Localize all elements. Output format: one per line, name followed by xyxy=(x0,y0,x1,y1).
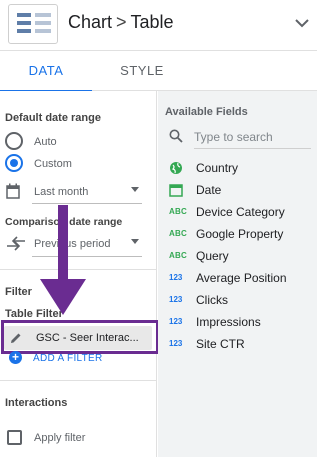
calendar-icon xyxy=(169,184,183,197)
field-name: Date xyxy=(196,183,222,197)
date-range-select-value[interactable]: Last month xyxy=(34,186,88,198)
table-chart-icon[interactable] xyxy=(8,4,58,44)
text-type-icon: ABC xyxy=(169,251,187,260)
field-item-query[interactable]: ABC Query xyxy=(158,245,317,267)
field-name: Query xyxy=(196,249,229,263)
field-item-device-category[interactable]: ABC Device Category xyxy=(158,201,317,223)
radio-auto[interactable] xyxy=(5,132,23,150)
search-icon xyxy=(169,129,183,143)
radio-auto-label: Auto xyxy=(34,136,57,148)
number-type-icon: 123 xyxy=(169,273,183,282)
field-name: Impressions xyxy=(196,315,261,329)
field-item-impressions[interactable]: 123 Impressions xyxy=(158,311,317,333)
field-item-average-position[interactable]: 123 Average Position xyxy=(158,267,317,289)
annotation-arrow-icon xyxy=(40,205,86,315)
breadcrumb-chart-name[interactable]: Table xyxy=(131,12,174,32)
field-item-clicks[interactable]: 123 Clicks xyxy=(158,289,317,311)
available-fields-title: Available Fields xyxy=(165,106,248,118)
date-range-dropdown-icon[interactable] xyxy=(131,187,139,192)
tab-data[interactable]: DATA xyxy=(0,51,92,92)
number-type-icon: 123 xyxy=(169,339,183,348)
field-name: Average Position xyxy=(196,271,287,285)
section-divider xyxy=(0,380,157,381)
field-name: Site CTR xyxy=(196,337,245,351)
available-fields-panel: Available Fields Country Date ABC Device… xyxy=(158,91,317,457)
filter-title: Filter xyxy=(5,286,32,298)
search-underline xyxy=(194,148,311,149)
calendar-icon xyxy=(6,183,20,199)
field-item-google-property[interactable]: ABC Google Property xyxy=(158,223,317,245)
radio-custom-label: Custom xyxy=(34,158,72,170)
apply-filter-checkbox[interactable] xyxy=(7,430,22,445)
number-type-icon: 123 xyxy=(169,295,183,304)
chevron-down-icon[interactable] xyxy=(293,14,311,32)
field-name: Country xyxy=(196,161,239,175)
field-search-input[interactable] xyxy=(194,128,309,146)
number-type-icon: 123 xyxy=(169,317,183,326)
breadcrumb: Chart > Table xyxy=(68,12,174,33)
add-filter-button[interactable]: ADD A FILTER xyxy=(33,353,103,364)
field-name: Clicks xyxy=(196,293,228,307)
date-range-underline xyxy=(32,203,142,204)
compare-arrows-icon xyxy=(7,236,25,251)
tab-style[interactable]: STYLE xyxy=(92,51,192,91)
field-item-date[interactable]: Date xyxy=(158,179,317,201)
panel-header: Chart > Table xyxy=(0,0,317,51)
text-type-icon: ABC xyxy=(169,229,187,238)
field-item-site-ctr[interactable]: 123 Site CTR xyxy=(158,333,317,355)
annotation-highlight-box xyxy=(1,320,159,354)
radio-custom[interactable] xyxy=(5,154,23,172)
field-item-country[interactable]: Country xyxy=(158,157,317,179)
text-type-icon: ABC xyxy=(169,207,187,216)
interactions-title: Interactions xyxy=(5,397,68,409)
apply-filter-label: Apply filter xyxy=(34,432,86,444)
field-name: Google Property xyxy=(196,227,284,241)
field-name: Device Category xyxy=(196,205,285,219)
breadcrumb-component-type: Chart xyxy=(68,12,113,32)
add-icon[interactable]: + xyxy=(9,351,22,364)
breadcrumb-separator: > xyxy=(116,12,127,32)
globe-icon xyxy=(170,162,182,174)
comparison-dropdown-icon[interactable] xyxy=(131,239,139,244)
tab-bar: DATA STYLE xyxy=(0,51,317,92)
default-date-range-title: Default date range xyxy=(5,112,101,124)
